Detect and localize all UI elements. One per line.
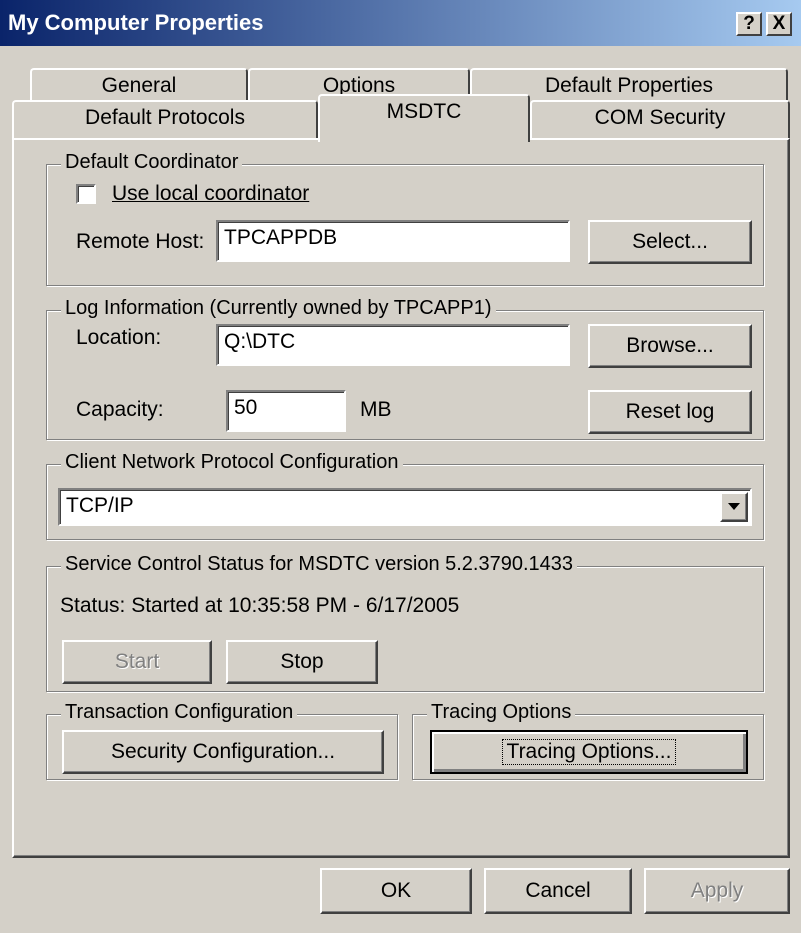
tab-com-security[interactable]: COM Security: [530, 100, 790, 138]
client-network-legend: Client Network Protocol Configuration: [61, 451, 403, 474]
select-button[interactable]: Select...: [588, 220, 752, 264]
capacity-label: Capacity:: [76, 398, 164, 421]
reset-log-button[interactable]: Reset log: [588, 390, 752, 434]
start-button-label: Start: [114, 650, 160, 673]
tab-com-security-label: COM Security: [594, 106, 726, 129]
tab-default-properties-label: Default Properties: [544, 74, 714, 97]
reset-log-button-label: Reset log: [625, 400, 715, 423]
start-button[interactable]: Start: [62, 640, 212, 684]
tab-default-protocols-label: Default Protocols: [85, 106, 245, 129]
protocol-dropdown[interactable]: TCP/IP: [58, 488, 752, 526]
stop-button-label: Stop: [280, 650, 324, 673]
tab-general-label: General: [101, 74, 177, 97]
cancel-button[interactable]: Cancel: [484, 868, 632, 914]
location-label: Location:: [76, 326, 162, 349]
stop-button[interactable]: Stop: [226, 640, 378, 684]
remote-host-field[interactable]: TPCAPPDB: [216, 220, 570, 262]
use-local-coordinator-checkbox[interactable]: [76, 184, 96, 204]
use-local-coordinator-label[interactable]: Use local coordinator: [112, 182, 309, 206]
title-bar[interactable]: My Computer Properties ? X: [0, 0, 801, 46]
log-information-legend: Log Information (Currently owned by TPCA…: [61, 297, 496, 320]
transaction-config-legend: Transaction Configuration: [61, 701, 298, 724]
select-button-label: Select...: [632, 230, 708, 253]
browse-button[interactable]: Browse...: [588, 324, 752, 368]
tab-default-protocols[interactable]: Default Protocols: [12, 100, 318, 138]
browse-button-label: Browse...: [626, 334, 714, 357]
tab-general[interactable]: General: [30, 68, 248, 100]
default-coordinator-legend: Default Coordinator: [61, 151, 243, 174]
close-button[interactable]: X: [766, 12, 792, 36]
dropdown-arrow-button[interactable]: [720, 492, 748, 522]
ok-button-label: OK: [380, 879, 412, 902]
window-title: My Computer Properties: [8, 10, 264, 35]
tracing-options-button-label: Tracing Options...: [501, 739, 677, 765]
tracing-options-button[interactable]: Tracing Options...: [430, 730, 748, 774]
capacity-unit: MB: [360, 398, 392, 421]
tracing-options-legend: Tracing Options: [427, 701, 576, 724]
tab-msdtc-label: MSDTC: [386, 100, 462, 123]
protocol-selected-value: TCP/IP: [66, 494, 134, 517]
properties-dialog: My Computer Properties ? X General Optio…: [0, 0, 801, 933]
cancel-button-label: Cancel: [525, 879, 591, 902]
help-button[interactable]: ?: [736, 12, 762, 36]
location-field[interactable]: Q:\DTC: [216, 324, 570, 366]
apply-button-label: Apply: [690, 879, 744, 902]
chevron-down-icon: [728, 503, 740, 510]
security-configuration-button-label: Security Configuration...: [110, 740, 336, 763]
service-status-text: Status: Started at 10:35:58 PM - 6/17/20…: [60, 594, 460, 617]
capacity-field[interactable]: 50: [226, 390, 346, 432]
tab-msdtc[interactable]: MSDTC: [318, 94, 530, 142]
security-configuration-button[interactable]: Security Configuration...: [62, 730, 384, 774]
remote-host-label: Remote Host:: [76, 230, 205, 253]
apply-button[interactable]: Apply: [644, 868, 790, 914]
service-control-legend: Service Control Status for MSDTC version…: [61, 553, 578, 576]
ok-button[interactable]: OK: [320, 868, 472, 914]
